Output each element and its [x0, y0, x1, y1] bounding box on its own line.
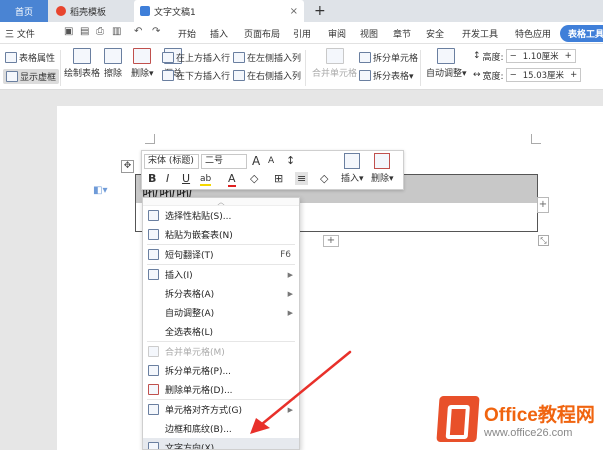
watermark-logo: Office教程网 www.office26.com: [436, 394, 603, 450]
annotation-arrow: [250, 350, 352, 434]
office-logo-icon: [436, 396, 480, 442]
watermark-title: Office教程网: [484, 405, 595, 426]
arrow-shaft: [260, 350, 352, 426]
watermark-url: www.office26.com: [484, 427, 573, 439]
